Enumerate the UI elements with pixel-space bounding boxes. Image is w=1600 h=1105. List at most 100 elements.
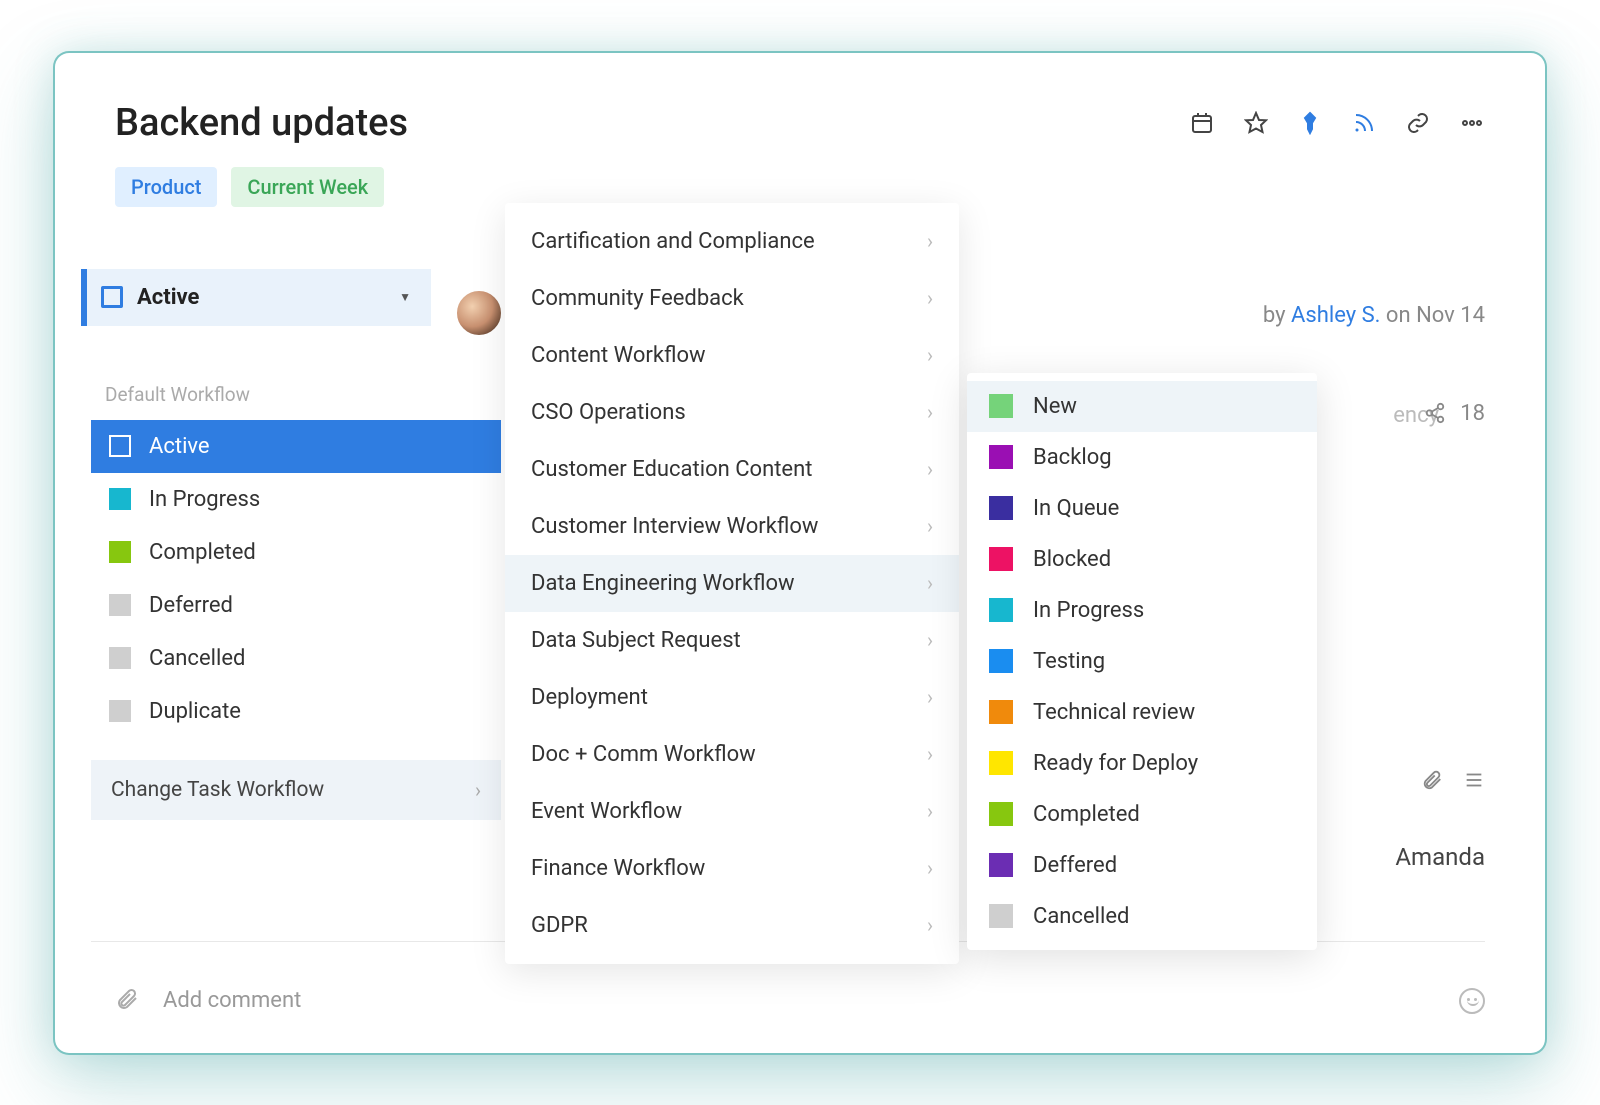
status-dropdown[interactable]: Active ▼ (81, 269, 431, 326)
status-item-label: Cancelled (149, 646, 245, 671)
status-item-label: Completed (149, 540, 256, 565)
tag-row: Product Current Week (115, 167, 1485, 207)
task-header: Backend updates (55, 53, 1545, 207)
chevron-right-icon: › (927, 457, 933, 481)
tag-product[interactable]: Product (115, 167, 217, 207)
assignee-name[interactable]: Amanda (1395, 843, 1485, 871)
workflow-menu-item[interactable]: Finance Workflow› (505, 840, 959, 897)
status-swatch (109, 541, 131, 563)
status-swatch (989, 802, 1013, 826)
chevron-right-icon: › (927, 343, 933, 367)
tag-current-week[interactable]: Current Week (231, 167, 384, 207)
byline-suffix: on Nov 14 (1380, 303, 1485, 328)
chevron-right-icon: › (927, 856, 933, 880)
status-swatch (109, 488, 131, 510)
workflow-menu-item[interactable]: Community Feedback› (505, 270, 959, 327)
workflow-menu-item[interactable]: Deployment › (505, 669, 959, 726)
status-swatch (989, 751, 1013, 775)
byline-prefix: by (1263, 303, 1291, 328)
submenu-item[interactable]: Deffered (967, 840, 1317, 891)
submenu-item[interactable]: Testing (967, 636, 1317, 687)
chevron-right-icon: › (927, 685, 933, 709)
status-item[interactable]: Deferred (91, 579, 501, 632)
status-item-label: Active (149, 434, 210, 459)
more-icon[interactable] (1459, 110, 1485, 136)
rss-icon[interactable] (1351, 110, 1377, 136)
byline: by Ashley S. on Nov 14 (1263, 303, 1485, 328)
submenu-item[interactable]: Completed (967, 789, 1317, 840)
submenu-item[interactable]: In Progress (967, 585, 1317, 636)
header-top-row: Backend updates (115, 101, 1485, 145)
list-icon[interactable] (1463, 769, 1485, 795)
pin-icon[interactable] (1297, 110, 1323, 136)
task-window: Backend updates (55, 53, 1545, 1053)
status-swatch (989, 904, 1013, 928)
status-swatch (989, 547, 1013, 571)
workflow-menu-item[interactable]: Cartification and Compliance › (505, 213, 959, 270)
change-workflow-label: Change Task Workflow (111, 778, 324, 802)
star-icon[interactable] (1243, 110, 1269, 136)
submenu-item-label: Backlog (1033, 445, 1112, 470)
status-left-panel: Default Workflow ActiveIn ProgressComple… (91, 361, 501, 820)
calendar-icon[interactable] (1189, 110, 1215, 136)
chevron-right-icon: › (927, 628, 933, 652)
status-selector-row: Active ▼ (81, 269, 431, 326)
status-item[interactable]: Completed (91, 526, 501, 579)
submenu-item[interactable]: Backlog (967, 432, 1317, 483)
status-swatch (109, 594, 131, 616)
submenu-item-label: Testing (1033, 649, 1105, 674)
workflow-item-label: Deployment (531, 685, 648, 710)
status-dropdown-label: Active (137, 285, 385, 310)
page-title: Backend updates (115, 101, 408, 145)
submenu-item-label: New (1033, 394, 1077, 419)
share-count-value: 18 (1460, 401, 1485, 426)
byline-author[interactable]: Ashley S. (1291, 303, 1380, 328)
workflow-menu-item[interactable]: Data Subject Request › (505, 612, 959, 669)
workflow-item-label: Customer Education Content (531, 457, 812, 482)
workflow-menu-item[interactable]: Customer Education Content › (505, 441, 959, 498)
submenu-item[interactable]: Cancelled (967, 891, 1317, 942)
submenu-item-label: In Queue (1033, 496, 1119, 521)
chevron-right-icon: › (927, 229, 933, 253)
chevron-right-icon: › (475, 778, 481, 802)
avatar[interactable] (455, 289, 503, 337)
emoji-icon[interactable] (1459, 988, 1485, 1014)
paperclip-icon[interactable] (1421, 769, 1443, 795)
comment-input[interactable]: Add comment (163, 988, 1435, 1013)
status-item[interactable]: Cancelled (91, 632, 501, 685)
share-count[interactable]: 18 (1424, 401, 1485, 426)
workflow-menu-item[interactable]: GDPR› (505, 897, 959, 954)
status-swatch (109, 435, 131, 457)
attachment-icon[interactable] (115, 987, 139, 1015)
chevron-right-icon: › (927, 514, 933, 538)
chevron-right-icon: › (927, 742, 933, 766)
workflow-item-label: CSO Operations (531, 400, 686, 425)
workflow-item-label: Data Subject Request (531, 628, 741, 653)
submenu-item[interactable]: New (967, 381, 1317, 432)
workflow-menu: Cartification and Compliance›Community F… (505, 203, 959, 964)
submenu-item[interactable]: Technical review (967, 687, 1317, 738)
submenu-item-label: In Progress (1033, 598, 1144, 623)
caret-down-icon: ▼ (399, 290, 411, 304)
workflow-menu-item[interactable]: Data Engineering Workflow› (505, 555, 959, 612)
status-item-label: Deferred (149, 593, 233, 618)
chevron-right-icon: › (927, 286, 933, 310)
status-item[interactable]: Active (91, 420, 501, 473)
submenu-item[interactable]: Blocked (967, 534, 1317, 585)
status-item[interactable]: Duplicate (91, 685, 501, 738)
workflow-item-label: Data Engineering Workflow (531, 571, 795, 596)
chevron-right-icon: › (927, 799, 933, 823)
workflow-item-label: Content Workflow (531, 343, 706, 368)
submenu-item[interactable]: Ready for Deploy (967, 738, 1317, 789)
workflow-menu-item[interactable]: Event Workflow› (505, 783, 959, 840)
workflow-menu-item[interactable]: Customer Interview Workflow› (505, 498, 959, 555)
submenu-item[interactable]: In Queue (967, 483, 1317, 534)
workflow-item-label: Cartification and Compliance (531, 229, 815, 254)
status-swatch (989, 598, 1013, 622)
workflow-menu-item[interactable]: Doc + Comm Workflow› (505, 726, 959, 783)
workflow-menu-item[interactable]: CSO Operations› (505, 384, 959, 441)
change-workflow-button[interactable]: Change Task Workflow › (91, 760, 501, 820)
status-item[interactable]: In Progress (91, 473, 501, 526)
workflow-menu-item[interactable]: Content Workflow › (505, 327, 959, 384)
link-icon[interactable] (1405, 110, 1431, 136)
